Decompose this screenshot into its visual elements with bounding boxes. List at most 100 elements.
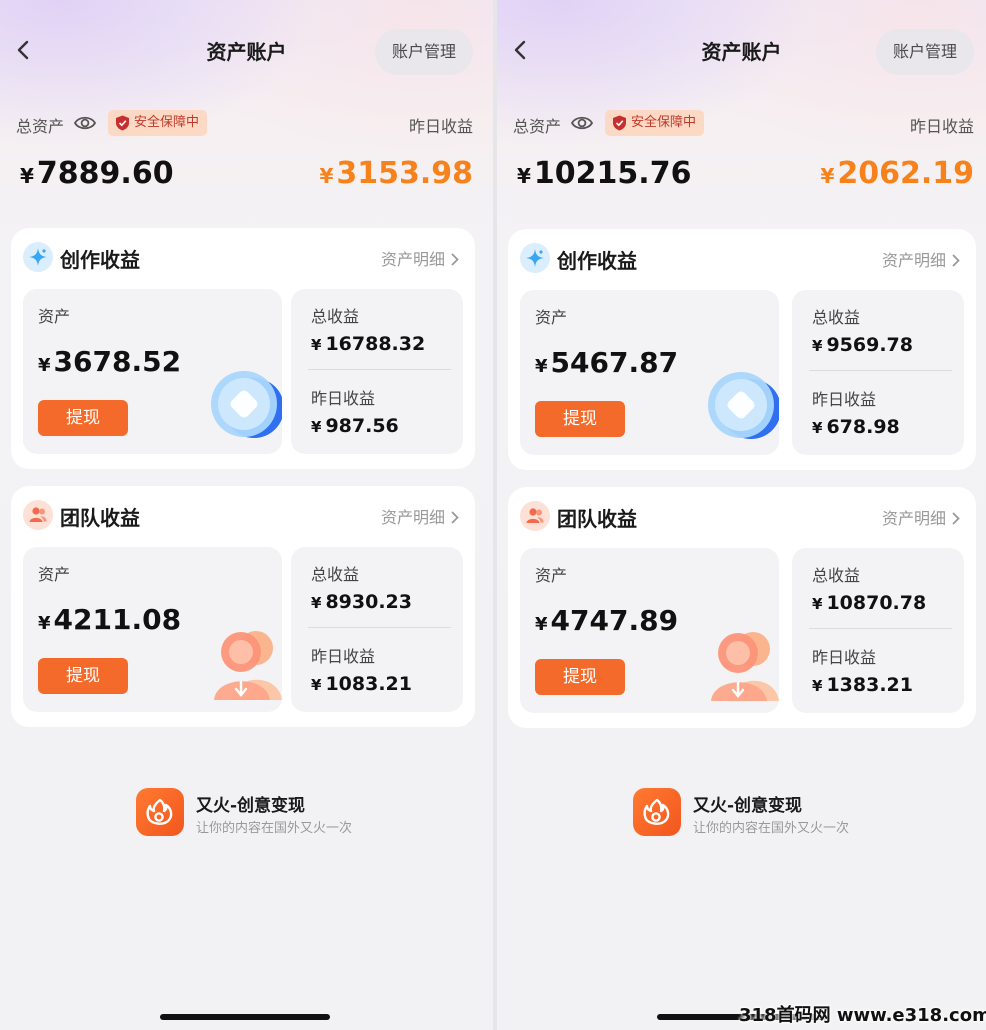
asset-panel: 资产 ¥4211.08 提现 — [23, 547, 282, 712]
summary-amounts: ¥7889.60 ¥3153.98 — [20, 156, 473, 200]
chevron-right-icon — [451, 511, 459, 524]
currency-symbol: ¥ — [812, 337, 823, 355]
total-income-value: 16788.32 — [325, 333, 426, 355]
asset-value: 4747.89 — [550, 604, 679, 637]
yesterday-income-amount: ¥987.56 — [311, 415, 399, 437]
brand-name: 又火-创意变现 — [693, 796, 803, 816]
security-badge: 安全保障中 — [108, 110, 208, 136]
team-illustration-icon — [711, 632, 779, 701]
asset-detail-link[interactable]: 资产明细 — [882, 505, 960, 529]
eye-icon[interactable] — [73, 113, 97, 133]
divider — [809, 370, 952, 371]
asset-detail-label: 资产明细 — [380, 508, 445, 527]
yesterday-income-value: 987.56 — [325, 415, 399, 437]
withdraw-button[interactable]: 提现 — [535, 659, 625, 695]
asset-amount: ¥3678.52 — [38, 345, 181, 378]
card-title: 创作收益 — [557, 249, 637, 273]
yesterday-income-amount: ¥2062.19 — [820, 156, 974, 191]
brand-slogan: 让你的内容在国外又火一次 — [693, 821, 850, 836]
total-income-value: 10870.78 — [826, 592, 927, 614]
total-income-label: 总收益 — [812, 308, 861, 327]
asset-value: 4211.08 — [53, 603, 182, 636]
total-assets-amount: ¥7889.60 — [20, 156, 174, 191]
currency-symbol: ¥ — [311, 336, 322, 354]
income-stats-panel: 总收益 ¥10870.78 昨日收益 ¥1383.21 — [792, 548, 964, 713]
asset-panel: 资产 ¥5467.87 提现 — [520, 290, 779, 455]
asset-panel: 资产 ¥3678.52 提现 — [23, 289, 282, 454]
currency-symbol: ¥ — [311, 594, 322, 612]
withdraw-button[interactable]: 提现 — [38, 658, 128, 694]
total-income-amount: ¥16788.32 — [311, 333, 425, 355]
phone-screen-left: 资产账户 账户管理 总资产 安全保障中 昨日收益 ¥7889.60 ¥3153.… — [0, 0, 493, 1030]
yesterday-income-value: 2062.19 — [837, 156, 974, 191]
currency-symbol: ¥ — [517, 164, 531, 188]
card-icon — [520, 243, 550, 273]
account-manage-button[interactable]: 账户管理 — [375, 29, 473, 75]
site-watermark: 318首码网 www.e318.com — [739, 1005, 986, 1026]
brand-logo-icon — [136, 788, 184, 836]
yesterday-income-label: 昨日收益 — [812, 390, 877, 409]
flame-icon — [146, 798, 173, 825]
nav-bar: 资产账户 账户管理 — [0, 24, 493, 76]
total-assets-label: 总资产 — [16, 117, 65, 136]
brand-logo-icon — [633, 788, 681, 836]
security-badge-label: 安全保障中 — [631, 115, 697, 130]
withdraw-button[interactable]: 提现 — [535, 401, 625, 437]
asset-amount: ¥4747.89 — [535, 604, 678, 637]
screenshot-stage: 资产账户 账户管理 总资产 安全保障中 昨日收益 ¥7889.60 ¥3153.… — [0, 0, 986, 1030]
account-manage-button[interactable]: 账户管理 — [876, 29, 974, 75]
total-assets-value: 7889.60 — [36, 156, 174, 191]
yesterday-income-value: 1083.21 — [325, 673, 412, 695]
brand-footer: 又火-创意变现 让你的内容在国外又火一次 — [136, 788, 396, 838]
chevron-right-icon — [952, 254, 960, 267]
total-income-amount: ¥9569.78 — [812, 334, 913, 356]
total-income-value: 8930.23 — [325, 591, 412, 613]
asset-detail-label: 资产明细 — [881, 251, 946, 270]
creation-income-card: 创作收益 资产明细 资产 ¥5467.87 提现 总收益 ¥9569.78 昨日… — [508, 229, 976, 470]
summary-amounts: ¥10215.76 ¥2062.19 — [517, 156, 974, 200]
asset-detail-link[interactable]: 资产明细 — [882, 247, 960, 271]
asset-label: 资产 — [38, 565, 71, 584]
card-icon — [23, 500, 53, 530]
currency-symbol: ¥ — [812, 419, 823, 437]
asset-detail-link[interactable]: 资产明细 — [381, 504, 459, 528]
team-income-card: 团队收益 资产明细 资产 ¥4211.08 提现 总收益 ¥8930.23 昨日… — [11, 486, 475, 727]
team-income-card: 团队收益 资产明细 资产 ¥4747.89 提现 总收益 ¥10870.78 昨… — [508, 487, 976, 728]
asset-panel: 资产 ¥4747.89 提现 — [520, 548, 779, 713]
asset-amount: ¥4211.08 — [38, 603, 181, 636]
divider — [308, 627, 451, 628]
asset-label: 资产 — [535, 566, 568, 585]
brand-name: 又火-创意变现 — [196, 796, 306, 816]
yesterday-income-value: 3153.98 — [336, 156, 473, 191]
total-assets-amount: ¥10215.76 — [517, 156, 691, 191]
brand-slogan: 让你的内容在国外又火一次 — [196, 821, 353, 836]
asset-amount: ¥5467.87 — [535, 346, 678, 379]
total-income-label: 总收益 — [812, 566, 861, 585]
divider — [308, 369, 451, 370]
currency-symbol: ¥ — [311, 418, 322, 436]
total-assets-value: 10215.76 — [533, 156, 692, 191]
yesterday-income-label: 昨日收益 — [311, 389, 376, 408]
yesterday-income-label: 昨日收益 — [909, 117, 974, 136]
yesterday-income-label: 昨日收益 — [812, 648, 877, 667]
asset-detail-label: 资产明细 — [881, 509, 946, 528]
yesterday-income-amount: ¥3153.98 — [319, 156, 473, 191]
chevron-right-icon — [952, 512, 960, 525]
total-income-amount: ¥10870.78 — [812, 592, 926, 614]
eye-icon[interactable] — [570, 113, 594, 133]
card-title: 团队收益 — [60, 506, 140, 530]
asset-detail-link[interactable]: 资产明细 — [381, 246, 459, 270]
security-badge-label: 安全保障中 — [134, 115, 200, 130]
phone-screen-right: 资产账户 账户管理 总资产 安全保障中 昨日收益 ¥10215.76 ¥2062… — [497, 0, 986, 1030]
team-icon — [526, 508, 544, 523]
chevron-right-icon — [451, 253, 459, 266]
shield-icon — [613, 115, 626, 131]
withdraw-button[interactable]: 提现 — [38, 400, 128, 436]
income-stats-panel: 总收益 ¥8930.23 昨日收益 ¥1083.21 — [291, 547, 463, 712]
yesterday-income-label: 昨日收益 — [311, 647, 376, 666]
card-title: 团队收益 — [557, 507, 637, 531]
creation-income-card: 创作收益 资产明细 资产 ¥3678.52 提现 总收益 ¥16788.32 昨… — [11, 228, 475, 469]
total-income-label: 总收益 — [311, 307, 360, 326]
currency-symbol: ¥ — [38, 355, 51, 376]
yesterday-income-amount: ¥678.98 — [812, 416, 900, 438]
